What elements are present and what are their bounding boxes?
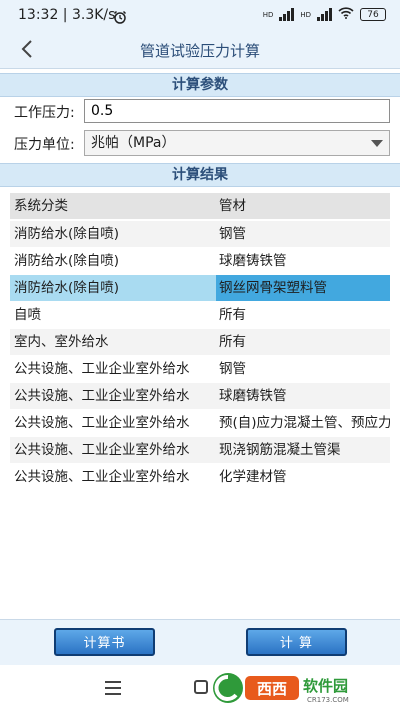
table-row[interactable]: 自喷 所有 — [10, 302, 390, 329]
cell-category: 公共设施、工业企业室外给水 — [14, 361, 190, 377]
system-nav-bar: 西西 软件园 CR173.COM — [0, 665, 400, 711]
cell-material: 球磨铸铁管 — [219, 253, 287, 269]
pressure-input[interactable] — [84, 99, 390, 123]
table-row[interactable]: 公共设施、工业企业室外给水 球磨铸铁管 — [10, 383, 390, 410]
alarm-icon — [113, 9, 127, 28]
home-icon[interactable] — [194, 680, 208, 694]
hd-badge-2: HD — [300, 10, 311, 19]
cell-material: 球磨铸铁管 — [219, 388, 287, 404]
calc-book-button[interactable]: 计算书 — [54, 628, 155, 656]
table-row[interactable]: 公共设施、工业企业室外给水 预(自)应力混凝土管、预应力 — [10, 410, 390, 437]
action-bar: 计算书 计 算 — [0, 619, 400, 665]
unit-select[interactable]: 兆帕（MPa） — [84, 130, 390, 156]
calculate-button[interactable]: 计 算 — [246, 628, 347, 656]
cell-category: 公共设施、工业企业室外给水 — [14, 388, 190, 404]
unit-label: 压力单位: — [14, 137, 75, 153]
status-right: HD HD 76 — [263, 7, 386, 22]
status-time-speed: 13:32 | 3.3K/s — [18, 7, 116, 23]
wifi-icon — [338, 7, 354, 22]
pressure-label: 工作压力: — [14, 105, 75, 121]
table-row[interactable]: 公共设施、工业企业室外给水 化学建材管 — [10, 464, 390, 491]
cell-category: 消防给水(除自喷) — [14, 226, 120, 242]
cell-category: 消防给水(除自喷) — [14, 280, 120, 296]
cell-category: 消防给水(除自喷) — [14, 253, 120, 269]
table-row-selected[interactable]: 消防给水(除自喷) 钢丝网骨架塑料管 — [10, 275, 390, 302]
cell-material: 钢管 — [219, 226, 246, 242]
dropdown-arrow-icon — [371, 140, 383, 147]
column-header-material: 管材 — [219, 198, 246, 214]
svg-text:CR173.COM: CR173.COM — [307, 696, 349, 704]
cell-material: 所有 — [219, 334, 246, 350]
cell-material: 现浇钢筋混凝土管渠 — [219, 442, 341, 458]
table-row[interactable]: 消防给水(除自喷) 球磨铸铁管 — [10, 248, 390, 275]
cell-category: 公共设施、工业企业室外给水 — [14, 442, 190, 458]
cell-material: 钢管 — [219, 361, 246, 377]
cell-material: 所有 — [219, 307, 246, 323]
table-row[interactable]: 消防给水(除自喷) 钢管 — [10, 221, 390, 248]
svg-text:软件园: 软件园 — [303, 677, 348, 695]
battery-icon: 76 — [360, 8, 386, 21]
unit-select-value: 兆帕（MPa） — [91, 135, 176, 151]
svg-text:西西: 西西 — [257, 680, 287, 698]
table-header: 系统分类 管材 — [10, 193, 390, 220]
cell-category: 公共设施、工业企业室外给水 — [14, 469, 190, 485]
watermark-logo: 西西 软件园 CR173.COM — [213, 673, 349, 704]
results-section-header: 计算结果 — [0, 163, 400, 187]
title-bar: 管道试验压力计算 — [0, 32, 400, 69]
results-table: 系统分类 管材 消防给水(除自喷) 钢管 消防给水(除自喷) 球磨铸铁管 消防给水(… — [10, 193, 390, 491]
hd-badge: HD — [262, 10, 274, 19]
table-row[interactable]: 公共设施、工业企业室外给水 现浇钢筋混凝土管渠 — [10, 437, 390, 464]
table-row[interactable]: 室内、室外给水 所有 — [10, 329, 390, 356]
signal-icon — [279, 8, 295, 21]
cell-category: 室内、室外给水 — [14, 334, 109, 350]
menu-icon[interactable] — [105, 681, 121, 699]
signal-icon-2 — [317, 8, 332, 21]
cell-material: 预(自)应力混凝土管、预应力 — [219, 415, 390, 431]
params-section-header: 计算参数 — [0, 73, 400, 97]
cell-category: 自喷 — [14, 307, 41, 323]
cell-material: 化学建材管 — [219, 469, 287, 485]
status-bar: 13:32 | 3.3K/s HD HD 76 — [0, 0, 400, 32]
cell-category: 公共设施、工业企业室外给水 — [14, 415, 190, 431]
cell-material: 钢丝网骨架塑料管 — [216, 275, 390, 301]
page-title: 管道试验压力计算 — [139, 42, 260, 60]
column-header-category: 系统分类 — [14, 198, 68, 214]
table-row[interactable]: 公共设施、工业企业室外给水 钢管 — [10, 356, 390, 383]
